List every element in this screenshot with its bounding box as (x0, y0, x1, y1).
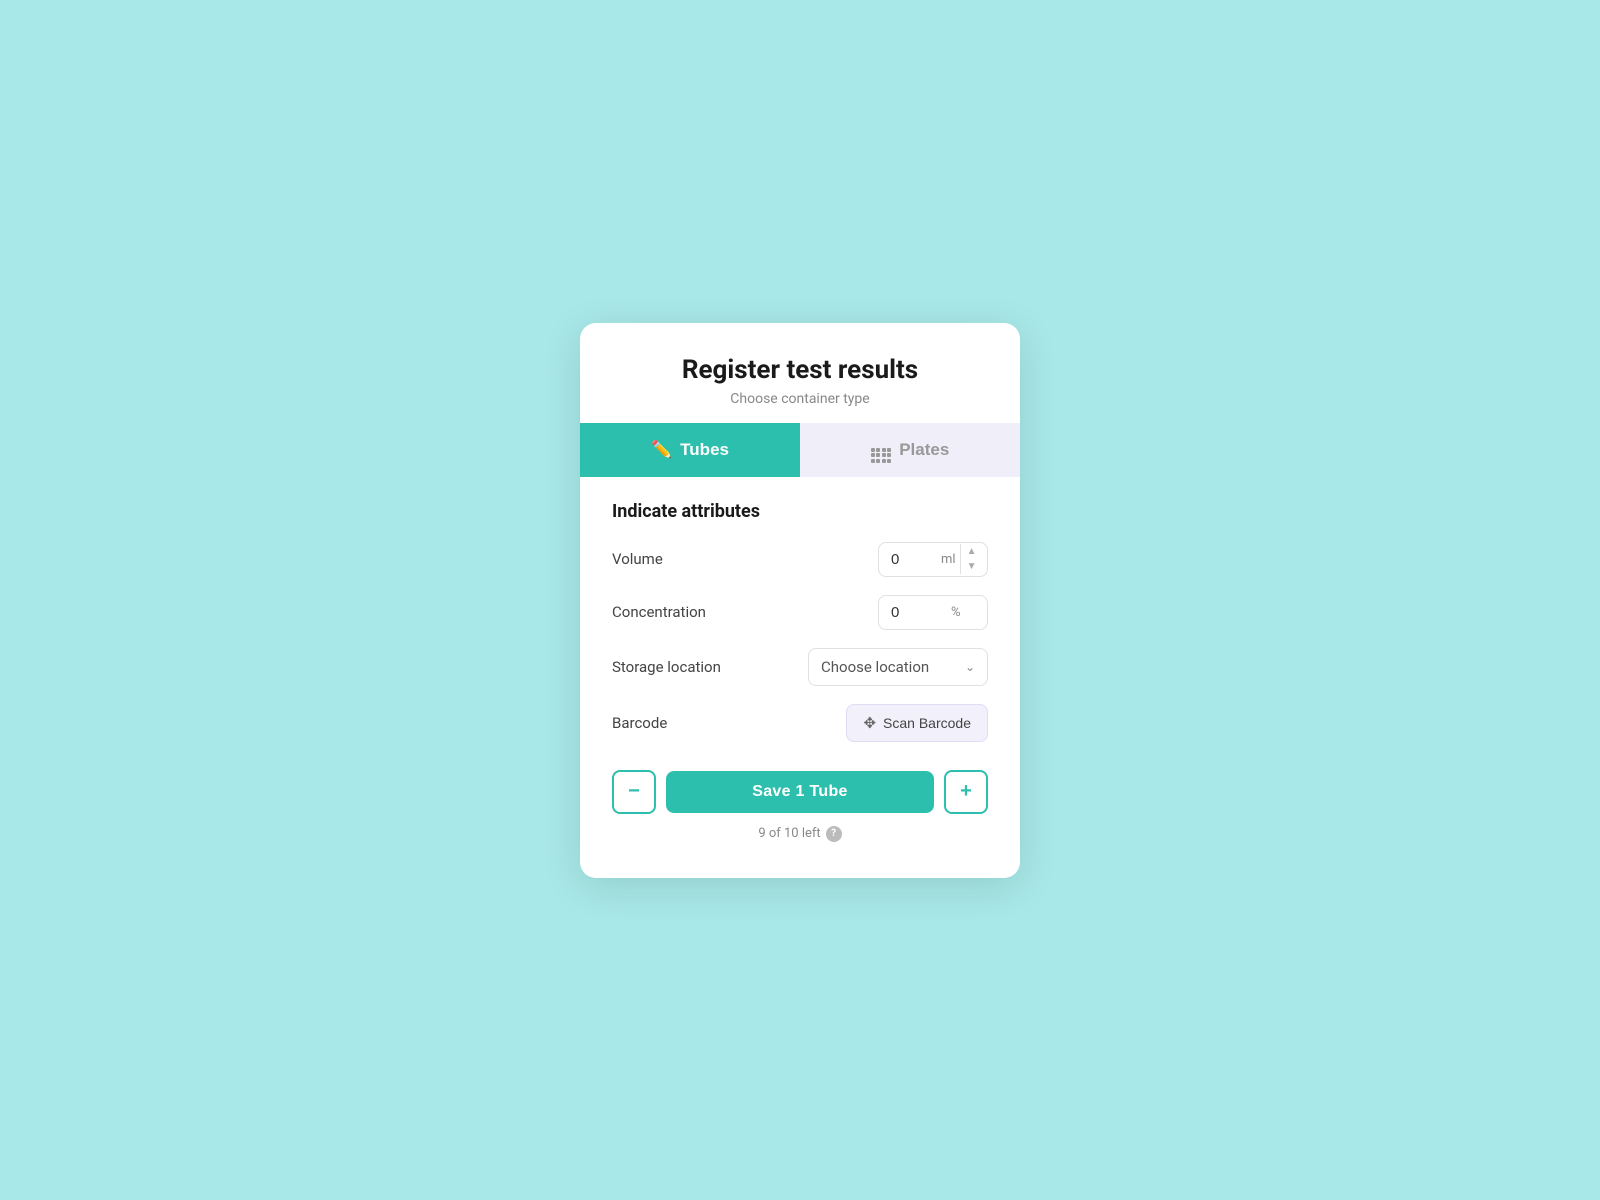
save-button[interactable]: Save 1 Tube (666, 771, 934, 813)
modal-header: Register test results Choose container t… (580, 323, 1020, 423)
modal-subtitle: Choose container type (612, 391, 988, 407)
barcode-icon: ✥ (863, 714, 876, 732)
modal-body: Indicate attributes Volume ml ▲ ▼ Concen… (580, 477, 1020, 742)
volume-increment[interactable]: ▲ (967, 544, 977, 559)
counter-text: 9 of 10 left (758, 826, 820, 841)
concentration-unit: % (951, 605, 969, 620)
bottom-controls: − Save 1 Tube + (612, 770, 988, 814)
volume-unit: ml (937, 552, 960, 567)
location-placeholder: Choose location (821, 658, 929, 676)
volume-stepper: ▲ ▼ (960, 544, 983, 574)
decrement-count-button[interactable]: − (612, 770, 656, 814)
container-type-tabs: ✏️ Tubes Plates (580, 423, 1020, 477)
counter-area: 9 of 10 left ? (580, 826, 1020, 842)
volume-label: Volume (612, 550, 663, 568)
increment-count-button[interactable]: + (944, 770, 988, 814)
help-icon[interactable]: ? (826, 826, 842, 842)
tab-plates[interactable]: Plates (800, 423, 1020, 477)
concentration-row: Concentration % (612, 595, 988, 630)
plate-grid-icon (871, 437, 892, 463)
tab-tubes-label: Tubes (680, 440, 729, 460)
barcode-label: Barcode (612, 714, 667, 732)
volume-input-group: ml ▲ ▼ (878, 542, 988, 577)
pencil-icon: ✏️ (651, 440, 672, 460)
modal-title: Register test results (612, 355, 988, 385)
concentration-label: Concentration (612, 603, 706, 621)
volume-decrement[interactable]: ▼ (967, 559, 977, 574)
register-modal: Register test results Choose container t… (580, 323, 1020, 878)
volume-row: Volume ml ▲ ▼ (612, 542, 988, 577)
storage-location-label: Storage location (612, 658, 721, 676)
storage-location-select[interactable]: Choose location ⌄ (808, 648, 988, 686)
scan-barcode-label: Scan Barcode (883, 715, 971, 731)
tab-plates-label: Plates (899, 440, 949, 460)
scan-barcode-button[interactable]: ✥ Scan Barcode (846, 704, 988, 742)
chevron-down-icon: ⌄ (965, 660, 975, 674)
concentration-input[interactable] (879, 596, 951, 629)
tab-tubes[interactable]: ✏️ Tubes (580, 423, 800, 477)
barcode-row: Barcode ✥ Scan Barcode (612, 704, 988, 742)
section-title: Indicate attributes (612, 501, 988, 522)
storage-location-row: Storage location Choose location ⌄ (612, 648, 988, 686)
concentration-input-group: % (878, 595, 988, 630)
volume-input[interactable] (879, 543, 937, 576)
